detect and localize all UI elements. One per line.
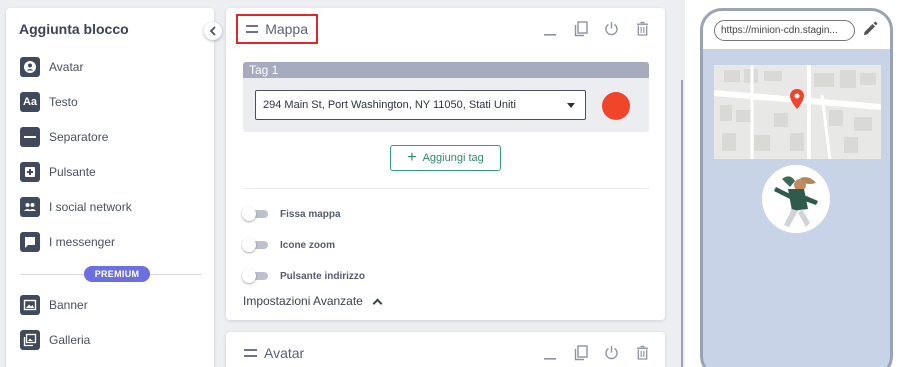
sidebar-item-pulsante[interactable]: Pulsante — [20, 161, 96, 183]
map-tiles — [714, 65, 881, 159]
sidebar-item-messenger[interactable]: I messenger — [20, 231, 115, 253]
avatar-block-actions — [541, 344, 651, 361]
sidebar-item-label: Banner — [49, 298, 88, 312]
button-plus-icon — [20, 162, 40, 182]
drag-handle-icon[interactable] — [246, 25, 259, 33]
pencil-icon[interactable] — [861, 21, 878, 38]
sidebar-item-label: Galleria — [49, 333, 91, 347]
map-block-actions — [541, 20, 651, 37]
sidebar-title: Aggiunta blocco — [19, 21, 129, 37]
map-block-title: Mappa — [265, 21, 308, 37]
sidebar-item-label: I messenger — [49, 235, 116, 249]
duplicate-icon[interactable] — [572, 20, 589, 37]
address-select[interactable]: 294 Main St, Port Washington, NY 11050, … — [255, 90, 586, 120]
minimize-icon[interactable] — [541, 20, 558, 37]
social-icon — [20, 197, 40, 217]
preview-url-field[interactable]: https://minion-cdn.stagin... — [714, 20, 855, 41]
premium-badge: PREMIUM — [84, 266, 150, 282]
advanced-settings-label: Impostazioni Avanzate — [243, 294, 363, 308]
toggle-row-icone-zoom: Icone zoom — [242, 238, 335, 252]
toggle-row-fissa-mappa: Fissa mappa — [242, 207, 341, 221]
sidebar-item-label: Testo — [49, 95, 78, 109]
caret-down-icon — [567, 103, 575, 108]
chevron-up-icon — [372, 298, 383, 308]
phone-toolbar: https://minion-cdn.stagin... — [703, 11, 890, 49]
sidebar-item-label: I social network — [49, 200, 132, 214]
tag-color-picker[interactable] — [602, 92, 630, 120]
sidebar-item-galleria[interactable]: Galleria — [20, 329, 90, 351]
avatar-block-card: Avatar — [226, 332, 665, 367]
toggle-label: Pulsante indirizzo — [280, 270, 366, 282]
drag-handle-icon[interactable] — [244, 349, 257, 357]
sidebar-item-separatore[interactable]: Separatore — [20, 126, 108, 148]
tag-header: Tag 1 — [243, 62, 649, 78]
sidebar-item-avatar[interactable]: Avatar — [20, 56, 83, 78]
avatar-block-header[interactable]: Avatar — [236, 338, 312, 367]
messenger-icon — [20, 232, 40, 252]
add-tag-label: Aggiungi tag — [422, 152, 484, 164]
power-icon[interactable] — [603, 344, 620, 361]
sidebar-item-social[interactable]: I social network — [20, 196, 132, 218]
power-icon[interactable] — [603, 20, 620, 37]
fissa-mappa-toggle[interactable] — [242, 207, 269, 221]
phone-preview: https://minion-cdn.stagin... — [700, 8, 893, 367]
banner-icon — [20, 295, 40, 315]
address-value: 294 Main St, Port Washington, NY 11050, … — [263, 99, 516, 111]
minimize-icon[interactable] — [541, 344, 558, 361]
sidebar-item-label: Avatar — [49, 60, 84, 74]
map-preview[interactable] — [714, 65, 881, 159]
separator-icon — [20, 127, 40, 147]
main-scrollbar[interactable] — [681, 80, 683, 367]
map-tag-box: Tag 1 294 Main St, Port Washington, NY 1… — [243, 62, 649, 132]
avatar-image — [762, 165, 830, 233]
premium-divider: PREMIUM — [20, 266, 202, 282]
map-block-header[interactable]: Mappa — [236, 14, 318, 44]
gallery-icon — [20, 330, 40, 350]
toggle-label: Fissa mappa — [280, 208, 341, 220]
map-marker-icon — [790, 89, 804, 109]
collapse-sidebar-button[interactable] — [204, 22, 222, 40]
trash-icon[interactable] — [634, 344, 651, 361]
pulsante-indirizzo-toggle[interactable] — [242, 269, 269, 283]
avatar-block-title: Avatar — [264, 345, 305, 361]
sidebar-item-testo[interactable]: Aa Testo — [20, 91, 78, 113]
text-icon: Aa — [20, 92, 40, 112]
add-tag-button[interactable]: + Aggiungi tag — [390, 145, 501, 171]
avatar-icon — [20, 57, 40, 77]
toggle-label: Icone zoom — [280, 239, 336, 251]
chevron-left-icon — [209, 26, 216, 36]
plus-icon: + — [407, 149, 417, 166]
sidebar-item-banner[interactable]: Banner — [20, 294, 88, 316]
duplicate-icon[interactable] — [572, 344, 589, 361]
trash-icon[interactable] — [634, 20, 651, 37]
sidebar-item-label: Pulsante — [49, 165, 96, 179]
icone-zoom-toggle[interactable] — [242, 238, 269, 252]
advanced-settings-toggle[interactable]: Impostazioni Avanzate — [243, 294, 383, 308]
map-block-card: Mappa Tag 1 294 Main St, Port Washington… — [226, 8, 665, 320]
toggle-row-pulsante-indirizzo: Pulsante indirizzo — [242, 269, 365, 283]
divider — [243, 188, 649, 189]
block-sidebar: Aggiunta blocco Avatar Aa Testo Separato… — [6, 8, 214, 367]
sidebar-item-label: Separatore — [49, 130, 109, 144]
